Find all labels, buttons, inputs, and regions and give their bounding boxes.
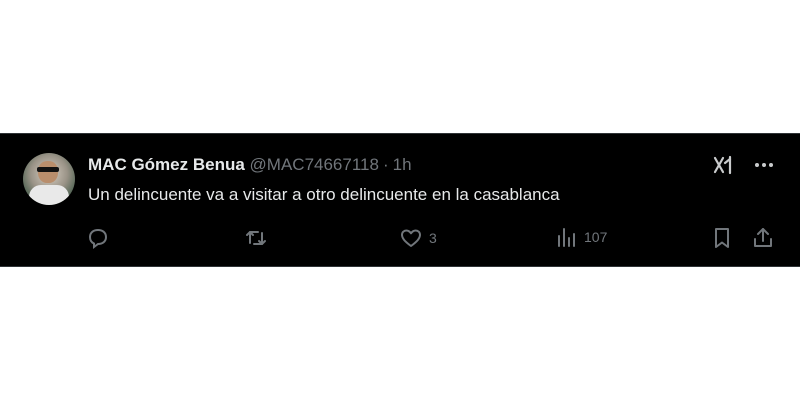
like-button[interactable]: 3 xyxy=(399,226,437,250)
bookmark-icon xyxy=(711,226,733,250)
views-button[interactable]: 107 xyxy=(556,226,607,248)
retweet-icon xyxy=(244,226,268,250)
tweet-header: MAC Gómez Benua @MAC74667118 · 1h xyxy=(88,154,412,176)
author-name[interactable]: MAC Gómez Benua xyxy=(88,155,245,174)
more-icon[interactable] xyxy=(754,155,774,175)
bookmark-button[interactable] xyxy=(711,226,733,250)
avatar[interactable] xyxy=(23,153,75,205)
share-icon xyxy=(752,226,774,250)
author-handle[interactable]: @MAC74667118 xyxy=(250,155,379,174)
heart-icon xyxy=(399,226,423,250)
like-count: 3 xyxy=(429,230,437,246)
tweet-text: Un delincuente va a visitar a otro delin… xyxy=(88,185,560,204)
retweet-button[interactable] xyxy=(244,226,268,250)
grok-icon[interactable] xyxy=(712,154,734,176)
reply-button[interactable] xyxy=(86,226,110,250)
tweet-time[interactable]: 1h xyxy=(393,155,412,174)
separator-dot: · xyxy=(382,155,389,174)
share-button[interactable] xyxy=(752,226,774,250)
action-bar: 3 107 xyxy=(86,226,776,252)
tweet-card[interactable]: MAC Gómez Benua @MAC74667118 · 1h Un delin… xyxy=(0,133,800,267)
reply-icon xyxy=(86,226,110,250)
bar-chart-icon xyxy=(556,226,578,248)
views-count: 107 xyxy=(584,229,608,245)
